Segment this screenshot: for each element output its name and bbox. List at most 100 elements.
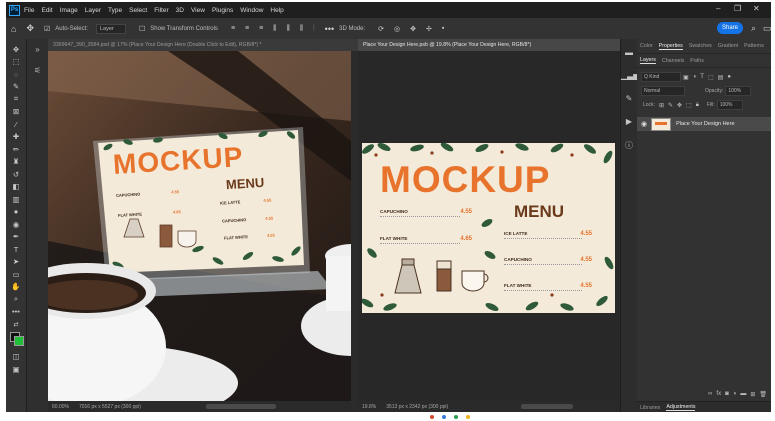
marquee-tool-icon[interactable]: ⬚ bbox=[6, 56, 26, 69]
delete-layer-icon[interactable]: 🗑︎ bbox=[759, 391, 767, 398]
menu-image[interactable]: Image bbox=[60, 7, 78, 14]
share-button[interactable]: Share bbox=[717, 22, 743, 34]
hand-tool-icon[interactable]: ✋ bbox=[6, 281, 26, 294]
lock-all-icon[interactable]: 🔒︎ bbox=[696, 102, 699, 109]
adjustment-layer-icon[interactable]: ◑ bbox=[733, 391, 737, 397]
tab-channels[interactable]: Channels bbox=[662, 58, 684, 64]
align-center-icon[interactable]: ≡ bbox=[245, 25, 249, 32]
lock-pixels-icon[interactable]: ⊞ bbox=[659, 102, 664, 109]
layer-kind-filter[interactable]: Q Kind bbox=[641, 72, 681, 82]
canvas-smart-object[interactable]: MOCKUP MENU CAPUCHINO 4.55 FLAT WHITE 4.… bbox=[358, 51, 620, 401]
workspace-icon[interactable]: ▭ bbox=[763, 23, 771, 34]
lock-paint-icon[interactable]: ✎ bbox=[668, 102, 673, 109]
brush-settings-icon[interactable]: ✎ bbox=[621, 94, 637, 103]
menu-filter[interactable]: Filter bbox=[154, 7, 168, 14]
opacity-field[interactable]: 100% bbox=[725, 86, 752, 96]
blur-tool-icon[interactable]: ● bbox=[6, 206, 26, 219]
horizontal-scrollbar-doc2[interactable] bbox=[521, 404, 573, 409]
menu-view[interactable]: View bbox=[191, 7, 205, 14]
layer-name[interactable]: Place Your Design Here bbox=[676, 121, 734, 127]
taskbar-app-icon[interactable] bbox=[430, 415, 434, 419]
dodge-tool-icon[interactable]: ◉ bbox=[6, 218, 26, 231]
tab-gradient[interactable]: Gradient bbox=[718, 43, 738, 49]
more-tools-icon[interactable]: ••• bbox=[6, 306, 26, 319]
move-tool-icon[interactable]: ✥ bbox=[26, 23, 34, 34]
background-color[interactable] bbox=[14, 335, 24, 346]
zoom-level[interactable]: 60.00% bbox=[52, 404, 69, 410]
visibility-eye-icon[interactable]: ◉ bbox=[641, 120, 647, 128]
tab-layers[interactable]: Layers bbox=[640, 57, 656, 64]
layer-row[interactable]: ◉ Place Your Design Here bbox=[637, 117, 771, 131]
tab-color[interactable]: Color bbox=[640, 43, 653, 49]
swap-colors-icon[interactable]: ⇄ bbox=[6, 318, 26, 331]
checkbox-icon[interactable]: ☐ bbox=[139, 25, 145, 33]
menu-type[interactable]: Type bbox=[108, 7, 122, 14]
document-tab-2[interactable]: Place Your Design Here.psb @ 19.8% (Plac… bbox=[358, 39, 620, 51]
crop-tool-icon[interactable]: ⌗ bbox=[6, 93, 26, 106]
filter-pixel-icon[interactable]: ▣ bbox=[683, 74, 689, 81]
search-icon[interactable]: ⌕ bbox=[751, 23, 756, 34]
checkbox-icon[interactable]: ☑ bbox=[44, 25, 50, 33]
taskbar-app-icon[interactable] bbox=[454, 415, 458, 419]
play-actions-icon[interactable]: ▶ bbox=[621, 117, 637, 126]
tab-adjustments[interactable]: Adjustments bbox=[666, 404, 696, 411]
layer-style-icon[interactable]: fx bbox=[716, 391, 721, 397]
stamp-tool-icon[interactable]: ♜ bbox=[6, 156, 26, 169]
lock-position-icon[interactable]: ✥ bbox=[677, 102, 682, 109]
frame-tool-icon[interactable]: ⊠ bbox=[6, 106, 26, 119]
canvas-photo-mockup[interactable]: MOCKUP MENU CAPUCHINO 4.55 FLAT WHITE 4.… bbox=[48, 51, 351, 401]
layer-mask-icon[interactable]: ◙ bbox=[725, 391, 729, 397]
document-tab-1[interactable]: 3369647_390_3584.psd @ 17% (Place Your D… bbox=[48, 39, 358, 51]
collapse-arrows-icon[interactable]: » bbox=[27, 45, 48, 54]
restore-icon[interactable]: ❐ bbox=[734, 4, 741, 13]
more-options-icon[interactable]: ••• bbox=[325, 24, 334, 34]
lock-artboard-icon[interactable]: ⬚ bbox=[686, 102, 692, 109]
taskbar-app-icon[interactable] bbox=[442, 415, 446, 419]
menu-file[interactable]: File bbox=[24, 7, 34, 14]
path-select-icon[interactable]: ➤ bbox=[6, 256, 26, 269]
3d-scale-icon[interactable]: ▪ bbox=[442, 25, 444, 32]
gradient-tool-icon[interactable]: ▥ bbox=[6, 193, 26, 206]
history-brush-icon[interactable]: ↺ bbox=[6, 168, 26, 181]
tab-paths[interactable]: Paths bbox=[690, 58, 704, 64]
new-layer-icon[interactable]: ⊞ bbox=[750, 391, 755, 398]
screen-mode-icon[interactable]: ▣ bbox=[6, 363, 26, 376]
tab-swatches[interactable]: Swatches bbox=[689, 43, 712, 49]
align-right-icon[interactable]: ≡ bbox=[259, 25, 263, 32]
tab-properties[interactable]: Properties bbox=[658, 43, 683, 50]
align-middle-icon[interactable]: ⫼ bbox=[286, 25, 289, 33]
distribute-icon[interactable]: ⫶ bbox=[313, 25, 315, 33]
tab-patterns[interactable]: Patterns bbox=[744, 43, 764, 49]
menu-3d[interactable]: 3D bbox=[176, 7, 184, 14]
3d-orbit-icon[interactable]: ⟳ bbox=[378, 25, 384, 33]
link-layers-icon[interactable]: ∞ bbox=[708, 391, 712, 397]
healing-brush-icon[interactable]: ✚ bbox=[6, 131, 26, 144]
fill-field[interactable]: 100% bbox=[716, 100, 743, 110]
menu-select[interactable]: Select bbox=[129, 7, 147, 14]
pen-tool-icon[interactable]: ✒ bbox=[6, 231, 26, 244]
menu-layer[interactable]: Layer bbox=[85, 7, 101, 14]
filter-smart-icon[interactable]: ▤ bbox=[718, 74, 724, 81]
tab-libraries[interactable]: Libraries bbox=[640, 405, 660, 411]
align-bottom-icon[interactable]: ⫼ bbox=[300, 25, 303, 33]
close-icon[interactable]: ✕ bbox=[753, 4, 760, 13]
move-tool-icon[interactable]: ✥ bbox=[6, 43, 26, 56]
zoom-level[interactable]: 19.8% bbox=[362, 404, 376, 410]
horizontal-scrollbar-doc1[interactable] bbox=[206, 404, 276, 409]
filter-toggle-icon[interactable]: ● bbox=[727, 74, 731, 80]
taskbar-app-icon[interactable] bbox=[466, 415, 470, 419]
eyedropper-tool-icon[interactable]: ⁄ bbox=[6, 118, 26, 131]
3d-pan-icon[interactable]: ✥ bbox=[410, 25, 416, 33]
new-group-icon[interactable]: ▬ bbox=[740, 391, 746, 397]
quick-mask-icon[interactable]: ◫ bbox=[6, 351, 26, 364]
eraser-tool-icon[interactable]: ◧ bbox=[6, 181, 26, 194]
properties-panel-icon[interactable]: ⚟ bbox=[27, 66, 48, 75]
quick-select-tool-icon[interactable]: ✎ bbox=[6, 81, 26, 94]
menu-edit[interactable]: Edit bbox=[41, 7, 52, 14]
zoom-tool-icon[interactable]: ⌕ bbox=[6, 293, 26, 306]
blend-mode-dropdown[interactable]: Normal bbox=[641, 86, 685, 96]
auto-select-dropdown[interactable]: Layer bbox=[95, 23, 126, 34]
home-icon[interactable]: ⌂ bbox=[11, 24, 16, 34]
minimize-icon[interactable]: – bbox=[716, 4, 720, 13]
align-left-icon[interactable]: ≡ bbox=[231, 25, 235, 32]
